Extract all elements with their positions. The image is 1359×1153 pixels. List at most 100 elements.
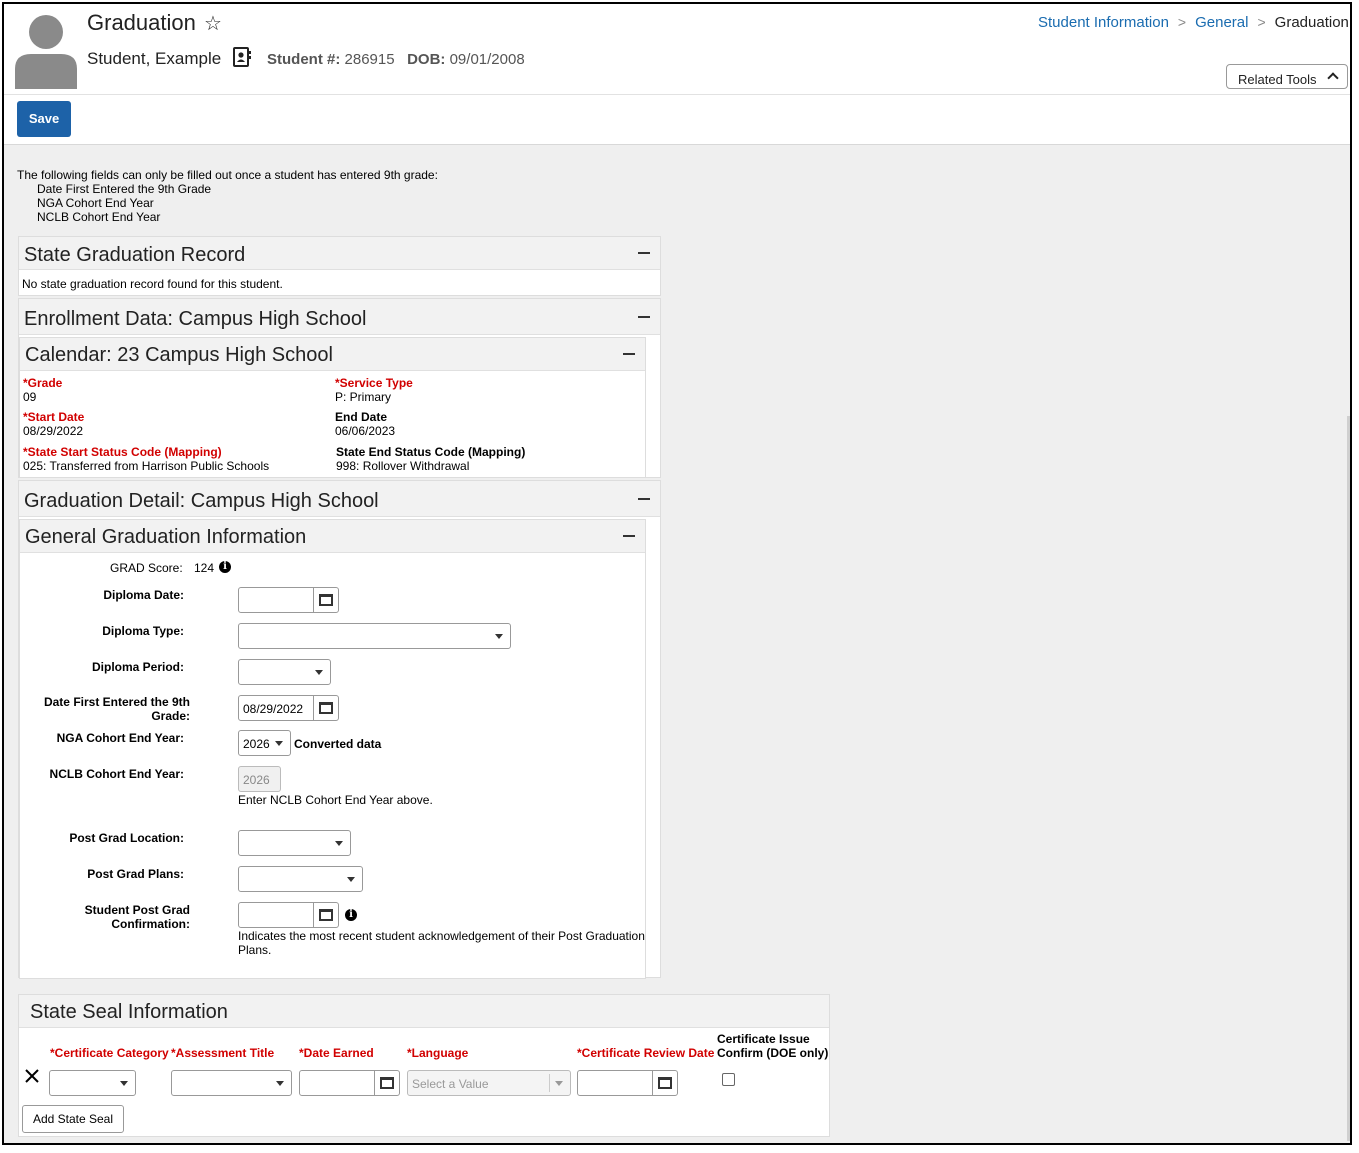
nga-cohort-select[interactable]: 2026 xyxy=(238,730,291,756)
notice-item: NCLB Cohort End Year xyxy=(37,210,161,224)
notice-item: Date First Entered the 9th Grade xyxy=(37,182,212,196)
grad-score-label: GRAD Score: xyxy=(110,561,183,575)
chevron-up-icon xyxy=(1327,72,1339,84)
page-header: Graduation ☆ Student, Example Student #:… xyxy=(4,4,1350,145)
dob-label: DOB: xyxy=(407,51,446,68)
post-grad-location-select[interactable] xyxy=(238,830,351,856)
page-title: Graduation xyxy=(87,10,196,35)
column-language: *Language xyxy=(407,1046,469,1060)
calendar-panel: Calendar: 23 Campus High School *Grade 0… xyxy=(19,337,646,478)
collapse-icon[interactable] xyxy=(638,498,650,500)
panel-title: State Seal Information xyxy=(30,1001,228,1023)
collapse-icon[interactable] xyxy=(638,316,650,318)
first-9th-grade-input[interactable]: 08/29/2022 xyxy=(238,695,339,721)
diploma-period-select[interactable] xyxy=(238,659,331,685)
certificate-issue-confirm-checkbox[interactable] xyxy=(722,1073,735,1086)
nclb-cohort-input: 2026 xyxy=(238,766,281,792)
end-status-value: 998: Rollover Withdrawal xyxy=(336,459,470,473)
diploma-type-select[interactable] xyxy=(238,623,511,649)
breadcrumb-current: Graduation xyxy=(1274,14,1349,31)
nclb-cohort-label: NCLB Cohort End Year: xyxy=(49,767,184,781)
grade-notice: The following fields can only be filled … xyxy=(17,168,438,224)
nclb-cohort-note: Enter NCLB Cohort End Year above. xyxy=(238,793,433,807)
end-date-label: End Date xyxy=(335,410,388,424)
chevron-down-icon xyxy=(555,1081,563,1086)
column-date-earned: *Date Earned xyxy=(299,1046,374,1060)
panel-title: Calendar: 23 Campus High School xyxy=(25,344,333,366)
chevron-down-icon xyxy=(120,1081,128,1086)
date-earned-input[interactable] xyxy=(299,1070,400,1096)
post-grad-confirm-input[interactable] xyxy=(238,902,339,928)
collapse-icon[interactable] xyxy=(638,252,650,254)
student-number: 286915 xyxy=(344,51,395,68)
service-type-value: P: Primary xyxy=(335,390,392,404)
enrollment-panel: Enrollment Data: Campus High School Cale… xyxy=(18,298,661,478)
panel-header: State Seal Information xyxy=(19,995,829,1028)
first-9th-grade-value: 08/29/2022 xyxy=(243,702,304,716)
calendar-icon[interactable] xyxy=(313,588,338,612)
add-state-seal-button[interactable]: Add State Seal xyxy=(22,1105,124,1133)
certificate-review-date-input[interactable] xyxy=(577,1070,678,1096)
notice-intro: The following fields can only be filled … xyxy=(17,168,438,182)
chevron-down-icon xyxy=(315,670,323,675)
start-date-label: *Start Date xyxy=(23,410,85,424)
chevron-down-icon xyxy=(335,841,343,846)
dob-value: 09/01/2008 xyxy=(449,51,525,68)
notice-item: NGA Cohort End Year xyxy=(37,196,154,210)
panel-header: State Graduation Record xyxy=(19,237,660,270)
related-tools-button[interactable]: Related Tools xyxy=(1226,64,1348,89)
post-grad-location-label: Post Grad Location: xyxy=(69,831,184,845)
panel-header: Graduation Detail: Campus High School xyxy=(19,481,660,517)
post-grad-confirm-note: Indicates the most recent student acknow… xyxy=(238,929,645,957)
avatar-icon xyxy=(15,15,77,89)
grad-score-value: 124 xyxy=(194,561,215,575)
diploma-date-input[interactable] xyxy=(238,587,339,613)
diploma-type-label: Diploma Type: xyxy=(102,624,184,638)
calendar-icon[interactable] xyxy=(374,1071,399,1095)
remove-x-icon[interactable] xyxy=(24,1068,40,1084)
student-name: Student, Example xyxy=(87,49,222,68)
info-icon[interactable]: i xyxy=(345,909,357,921)
chevron-down-icon xyxy=(495,634,503,639)
chevron-down-icon xyxy=(347,877,355,882)
panel-title: Graduation Detail: Campus High School xyxy=(24,490,379,512)
collapse-icon[interactable] xyxy=(623,353,635,355)
end-status-label: State End Status Code (Mapping) xyxy=(336,445,526,459)
panel-title: State Graduation Record xyxy=(24,244,246,266)
breadcrumb-general[interactable]: General xyxy=(1195,14,1248,31)
nga-cohort-value: 2026 xyxy=(243,737,270,751)
calendar-icon[interactable] xyxy=(652,1071,677,1095)
nclb-cohort-value: 2026 xyxy=(243,773,270,787)
start-status-label: *State Start Status Code (Mapping) xyxy=(23,445,222,459)
state-seal-panel: State Seal Information xyxy=(18,994,830,1137)
star-icon[interactable]: ☆ xyxy=(204,11,222,36)
end-date-value: 06/06/2023 xyxy=(335,424,396,438)
nga-cohort-label: NGA Cohort End Year: xyxy=(56,731,184,745)
panel-header: Calendar: 23 Campus High School xyxy=(20,338,645,371)
chevron-down-icon xyxy=(275,741,283,746)
post-grad-plans-select[interactable] xyxy=(238,866,363,892)
collapse-icon[interactable] xyxy=(623,535,635,537)
panel-title: General Graduation Information xyxy=(25,526,307,548)
no-record-message: No state graduation record found for thi… xyxy=(22,277,283,291)
assessment-title-select[interactable] xyxy=(171,1070,292,1096)
start-status-value: 025: Transferred from Harrison Public Sc… xyxy=(23,459,270,473)
info-icon[interactable]: i xyxy=(219,561,231,573)
language-select: Select a Value xyxy=(407,1070,571,1096)
breadcrumb-student-information[interactable]: Student Information xyxy=(1038,14,1169,31)
student-number-label: Student #: xyxy=(267,51,341,68)
column-certificate-category: *Certificate Category xyxy=(50,1046,169,1060)
diploma-date-label: Diploma Date: xyxy=(103,588,184,602)
save-button[interactable]: Save xyxy=(17,101,71,137)
scrollbar[interactable] xyxy=(1347,416,1350,1141)
certificate-category-select[interactable] xyxy=(49,1070,136,1096)
contact-card-icon[interactable] xyxy=(232,47,252,67)
column-certificate-review-date: *Certificate Review Date xyxy=(577,1046,715,1060)
header-divider xyxy=(4,94,1350,95)
calendar-icon[interactable] xyxy=(313,903,338,927)
service-type-label: *Service Type xyxy=(335,376,413,390)
calendar-icon[interactable] xyxy=(313,696,338,720)
chevron-right-icon: > xyxy=(1177,14,1187,30)
post-grad-confirm-label: Student Post Grad Confirmation: xyxy=(84,903,190,931)
grade-value: 09 xyxy=(23,390,37,404)
